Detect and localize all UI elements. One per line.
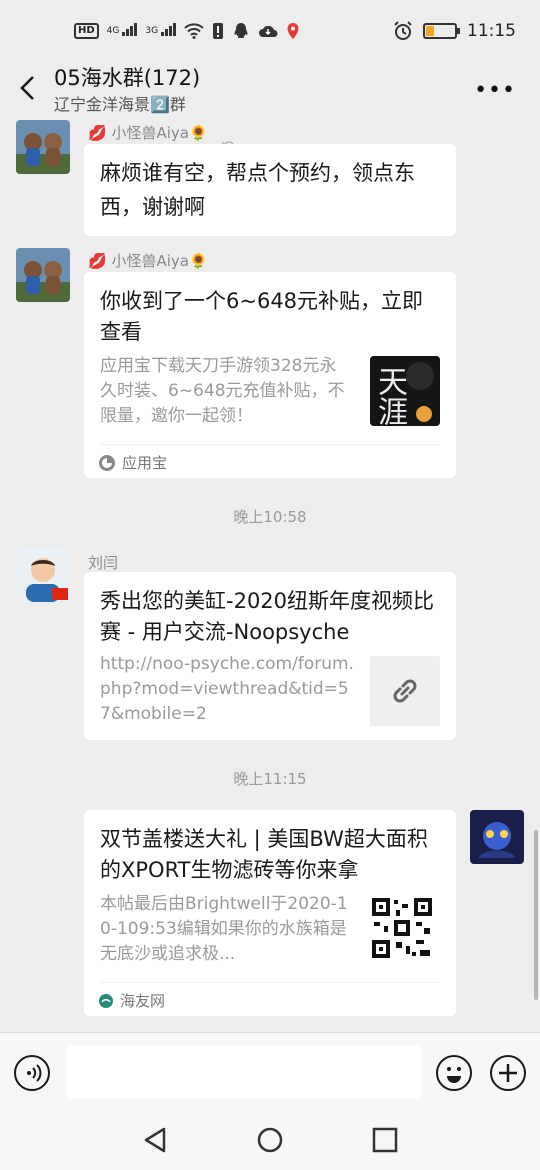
timestamp: 晚上11:15 [233,770,307,788]
qr-code-icon [370,896,434,960]
link-card[interactable]: 你收到了一个6~648元补贴，立即查看 应用宝下载天刀手游领328元永久时装、6… [84,272,456,478]
chevron-left-icon[interactable] [16,74,40,102]
avatar[interactable] [16,120,70,174]
emoji-icon[interactable] [436,1055,472,1091]
chat-messages: 💋 小怪兽Aiya🌻 麻烦谁有空，帮点个预约，领点东西，谢谢啊 💋 小怪兽Aiy… [0,116,540,1032]
lips-icon: 💋 [88,252,107,270]
alarm-icon [394,21,412,40]
status-bar: HD 4G 3G 11:15 [0,0,540,62]
voice-icon[interactable] [14,1055,50,1091]
divider [100,444,440,445]
nav-home-icon[interactable] [256,1126,284,1154]
chat-subtitle: 辽宁金洋海景2️⃣群 [54,95,186,114]
avatar[interactable] [470,810,524,864]
location-pin-icon [287,23,299,39]
link-icon [370,656,440,726]
wifi-icon [184,23,204,39]
thumbnail-text: 天涯 [372,366,407,426]
nav-back-icon[interactable] [142,1126,168,1154]
system-nav-bar [0,1112,540,1170]
card-source: 应用宝 [98,452,167,473]
haiyouwang-icon [99,993,113,1008]
card-thumbnail: 天涯 [370,356,440,426]
chat-header: 05海水群(172) 辽宁金洋海景2️⃣群 ••• [0,62,540,158]
add-icon[interactable] [490,1055,526,1091]
flag-icon [52,588,68,600]
yingyongbao-icon [99,454,115,471]
link-card[interactable]: 秀出您的美缸-2020纽斯年度视频比赛 - 用户交流-Noopsyche htt… [84,572,456,740]
message-text: 麻烦谁有空，帮点个预约，领点东西，谢谢啊 [100,161,415,219]
timestamp: 晚上10:58 [233,508,307,526]
qq-icon [234,23,248,38]
lips-icon: 💋 [88,124,107,142]
cloud-download-icon [259,25,278,37]
more-dots-icon[interactable]: ••• [474,78,516,103]
card-source: 海友网 [98,990,165,1011]
hd-indicator: HD [74,23,99,39]
scrollbar[interactable] [534,830,538,1000]
sender-name: 💋 小怪兽Aiya🌻 [88,124,208,142]
card-description: http://noo-psyche.com/forum.php?mod=view… [100,654,354,724]
signal-3g-icon: 3G [145,23,177,36]
link-card[interactable]: 双节盖楼送大礼 | 美国BW超大面积的XPORT生物滤砖等你来拿 本帖最后由Br… [84,810,456,1016]
warning-icon [213,23,224,39]
signal-4g-icon: 4G [107,23,138,36]
battery-icon [423,23,460,39]
nav-recents-icon[interactable] [372,1127,398,1153]
divider [100,982,440,983]
avatar[interactable] [16,248,70,302]
input-bar [0,1032,540,1112]
avatar[interactable] [16,548,70,602]
message-bubble[interactable]: 麻烦谁有空，帮点个预约，领点东西，谢谢啊 [84,144,456,236]
card-description: 本帖最后由Brightwell于2020-10-109:53编辑如果你的水族箱是… [100,894,348,964]
card-title: 你收到了一个6~648元补贴，立即查看 [100,289,424,344]
card-title: 双节盖楼送大礼 | 美国BW超大面积的XPORT生物滤砖等你来拿 [100,827,428,882]
card-title: 秀出您的美缸-2020纽斯年度视频比赛 - 用户交流-Noopsyche [100,589,435,644]
status-time: 11:15 [467,21,516,41]
message-input[interactable] [66,1045,422,1099]
sender-name: 💋 小怪兽Aiya🌻 [88,252,208,270]
card-description: 应用宝下载天刀手游领328元永久时装、6~648元充值补贴，不限量，邀你一起领！ [100,356,345,426]
sender-name: 刘闫 [88,554,119,572]
chat-title: 05海水群(172) [54,66,201,90]
